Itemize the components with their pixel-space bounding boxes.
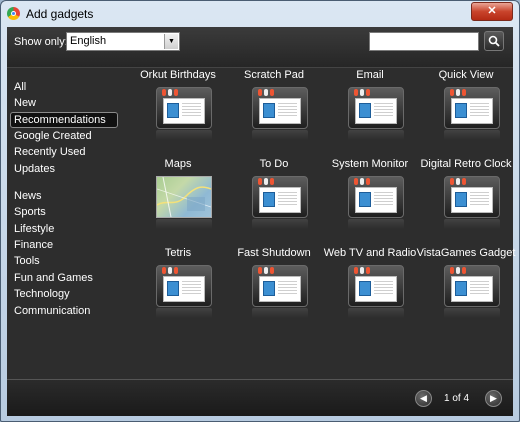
previous-page-button[interactable]: ◀ [415, 390, 432, 407]
gadget-tile[interactable]: To Do [226, 156, 322, 236]
sidebar-item-sports[interactable]: Sports [11, 205, 46, 220]
gadget-thumbnail-icon [156, 265, 212, 307]
reflection [348, 219, 404, 229]
reflection [252, 308, 308, 318]
sidebar-item-recommendations[interactable]: Recommendations [10, 112, 118, 128]
sidebar-item-finance[interactable]: Finance [11, 238, 53, 253]
reflection [444, 130, 500, 140]
add-gadgets-window: Add gadgets ✕ Show only: English ▼ All N… [0, 0, 520, 422]
gadget-thumbnail-icon [444, 265, 500, 307]
next-arrow-icon: ▶ [490, 393, 497, 403]
chevron-down-icon[interactable]: ▼ [164, 34, 178, 49]
show-only-label: Show only: [14, 36, 68, 48]
sidebar-item-updates[interactable]: Updates [11, 162, 55, 177]
sidebar-item-google-created[interactable]: Google Created [11, 129, 92, 144]
sidebar-item-fun-and-games[interactable]: Fun and Games [11, 271, 93, 286]
search-input[interactable] [369, 32, 479, 51]
gadget-thumbnail-icon [444, 87, 500, 129]
sidebar-item-communication[interactable]: Communication [11, 304, 90, 319]
gadget-name: Quick View [438, 69, 494, 81]
sidebar-item-recently-used[interactable]: Recently Used [11, 145, 86, 160]
sidebar-item-news[interactable]: News [11, 189, 42, 204]
gadget-tile[interactable]: VistaGames Gadget [417, 245, 515, 325]
gadget-tile[interactable]: Orkut Birthdays [130, 67, 226, 147]
reflection [252, 130, 308, 140]
reflection [444, 308, 500, 318]
gadget-thumbnail-icon [252, 176, 308, 218]
gadget-thumbnail-icon [348, 265, 404, 307]
gadget-thumbnail-icon [156, 87, 212, 129]
reflection [156, 130, 212, 140]
gadget-thumbnail-icon [252, 87, 308, 129]
google-desktop-icon [7, 7, 20, 20]
gadget-thumbnail-icon [348, 87, 404, 129]
next-page-button[interactable]: ▶ [485, 390, 502, 407]
gadget-tile[interactable]: Quick View [418, 67, 514, 147]
gadget-tile[interactable]: System Monitor [322, 156, 418, 236]
sidebar-item-lifestyle[interactable]: Lifestyle [11, 222, 54, 237]
gadget-browser: Show only: English ▼ All New Recommendat… [7, 27, 515, 416]
close-button[interactable]: ✕ [471, 2, 513, 21]
search-icon [488, 35, 500, 47]
filter-bar: Show only: English ▼ [7, 27, 513, 68]
gadget-tile[interactable]: Maps [130, 156, 226, 236]
reflection [444, 219, 500, 229]
sidebar-item-new[interactable]: New [11, 96, 36, 111]
gadget-thumbnail-icon [348, 176, 404, 218]
gadget-tile[interactable]: Email [322, 67, 418, 147]
reflection [348, 130, 404, 140]
gadget-thumbnail-icon [444, 176, 500, 218]
gadget-tile[interactable]: Fast Shutdown [226, 245, 322, 325]
gadget-tile[interactable]: Digital Retro Clock [418, 156, 514, 236]
sidebar-item-all[interactable]: All [11, 80, 26, 95]
reflection [348, 308, 404, 318]
gadget-thumbnail-icon [252, 265, 308, 307]
reflection [156, 219, 212, 229]
gadget-name: VistaGames Gadget [416, 247, 516, 259]
previous-arrow-icon: ◀ [420, 393, 427, 403]
reflection [156, 308, 212, 318]
page-indicator: 1 of 4 [444, 393, 470, 404]
gadget-tile[interactable]: Tetris [130, 245, 226, 325]
title-bar[interactable]: Add gadgets ✕ [1, 1, 519, 27]
search-button[interactable] [484, 31, 504, 51]
pager-bar: ◀ 1 of 4 ▶ [7, 379, 513, 416]
sidebar-item-tools[interactable]: Tools [11, 254, 40, 269]
map-thumbnail-icon [156, 176, 212, 218]
gadget-name: Digital Retro Clock [420, 158, 512, 170]
language-select[interactable]: English ▼ [66, 32, 180, 51]
sidebar-item-technology[interactable]: Technology [11, 287, 70, 302]
window-title: Add gadgets [26, 7, 94, 21]
language-value: English [70, 35, 107, 47]
reflection [252, 219, 308, 229]
gadget-tile[interactable]: Web TV and Radio [322, 245, 418, 325]
gadget-tile[interactable]: Scratch Pad [226, 67, 322, 147]
